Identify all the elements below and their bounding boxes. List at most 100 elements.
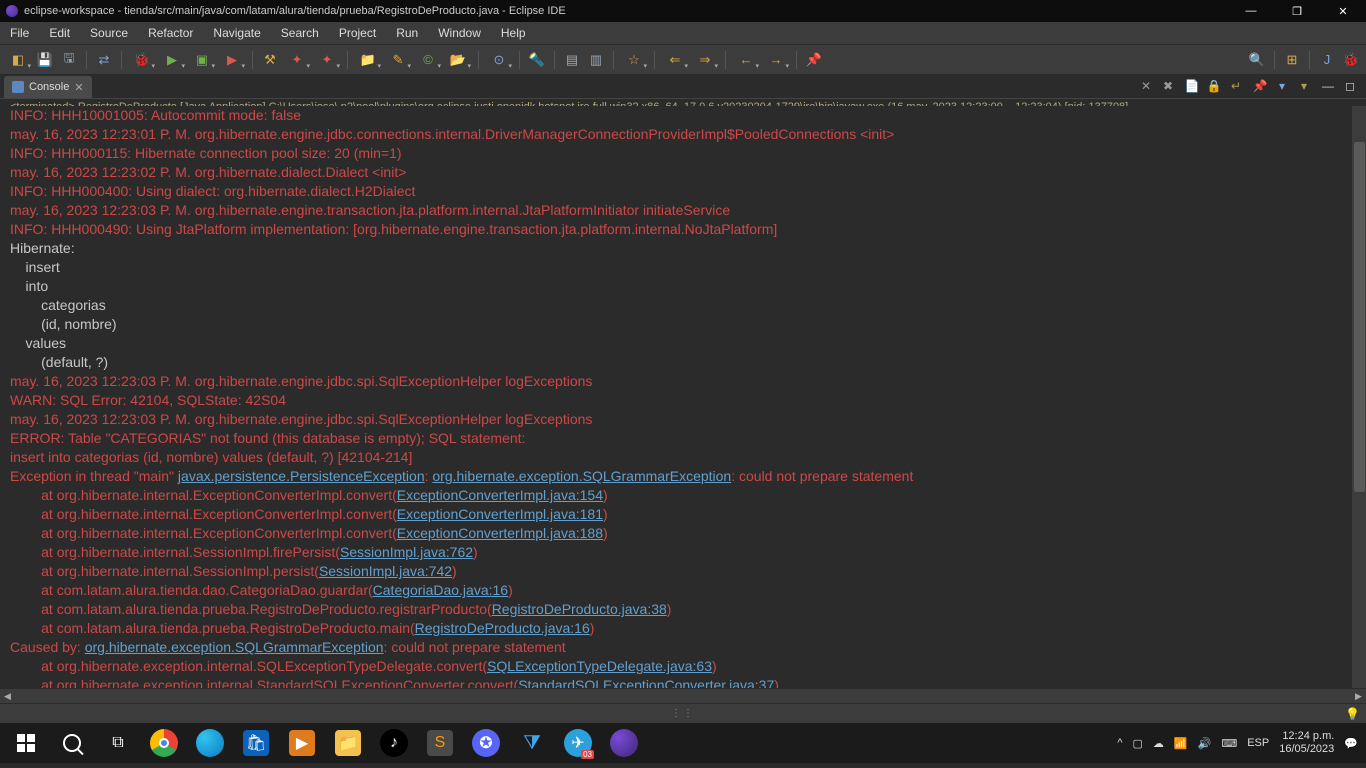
stacktrace-link[interactable]: ExceptionConverterImpl.java:154 (397, 487, 603, 503)
menu-source[interactable]: Source (80, 22, 138, 44)
tray-chevron-icon[interactable]: ^ (1117, 737, 1122, 749)
debug-perspective-button[interactable]: 🐞 (1340, 49, 1362, 71)
window-title: eclipse-workspace - tienda/src/main/java… (24, 5, 566, 17)
taskbar-telegram[interactable]: ✈03 (558, 723, 598, 763)
menu-window[interactable]: Window (428, 22, 491, 44)
menu-navigate[interactable]: Navigate (203, 22, 270, 44)
back-button[interactable]: ⇐ (661, 49, 689, 71)
coverage-button[interactable]: ▣ (188, 49, 216, 71)
system-tray[interactable]: ^ ▢ ☁ 📶 🔊 ⌨ ESP 12:24 p.m. 16/05/2023 💬 (1117, 730, 1360, 756)
wifi-icon[interactable]: 📶 (1174, 737, 1188, 750)
menu-run[interactable]: Run (386, 22, 428, 44)
clock[interactable]: 12:24 p.m. 16/05/2023 (1279, 730, 1334, 756)
minimize-view-button[interactable]: — (1318, 76, 1338, 96)
java-perspective-button[interactable]: J (1316, 49, 1338, 71)
scroll-lock-button[interactable]: 🔒 (1204, 76, 1224, 96)
taskbar-explorer[interactable]: 📁 (328, 723, 368, 763)
taskbar-eclipse[interactable] (604, 723, 644, 763)
stacktrace-link[interactable]: CategoriaDao.java:16 (373, 582, 508, 598)
switch-button[interactable]: ⇄ (93, 49, 115, 71)
tip-icon[interactable]: 💡 (1345, 707, 1360, 721)
menu-edit[interactable]: Edit (39, 22, 80, 44)
save-all-button[interactable]: 🖫 (58, 49, 80, 71)
stacktrace-link[interactable]: RegistroDeProducto.java:16 (415, 620, 590, 636)
scrollbar-thumb[interactable] (1354, 142, 1365, 492)
forward-button[interactable]: ⇒ (691, 49, 719, 71)
taskbar-search-button[interactable] (52, 723, 92, 763)
open-type-button[interactable]: ⊙ (485, 49, 513, 71)
stacktrace-link[interactable]: javax.persistence.PersistenceException (178, 468, 425, 484)
maximize-view-button[interactable]: ◻ (1340, 76, 1360, 96)
stacktrace-link[interactable]: SessionImpl.java:742 (319, 563, 452, 579)
scroll-left-icon[interactable]: ◀ (0, 689, 15, 704)
align-button[interactable]: ▤ (561, 49, 583, 71)
taskbar-vscode[interactable]: ⧩ (512, 723, 552, 763)
new-package-button[interactable]: 📁 (354, 49, 382, 71)
tool-button[interactable]: ✦ (283, 49, 311, 71)
console-output[interactable]: INFO: HHH10001005: Autocommit mode: fals… (0, 106, 1366, 688)
start-button[interactable] (6, 723, 46, 763)
taskbar-store[interactable]: 🛍 (236, 723, 276, 763)
new-class-button[interactable]: © (414, 49, 442, 71)
debug-button[interactable]: 🐞 (128, 49, 156, 71)
window-close-button[interactable]: ✕ (1320, 0, 1366, 22)
menu-help[interactable]: Help (491, 22, 536, 44)
vertical-scrollbar[interactable] (1351, 106, 1366, 688)
menu-file[interactable]: File (0, 22, 39, 44)
battery-icon[interactable]: ▢ (1133, 737, 1143, 750)
word-wrap-button[interactable]: ↵ (1226, 76, 1246, 96)
volume-icon[interactable]: 🔊 (1198, 737, 1212, 750)
scroll-right-icon[interactable]: ▶ (1351, 689, 1366, 704)
run-button[interactable]: ▶ (158, 49, 186, 71)
tool-button[interactable]: ✦ (313, 49, 341, 71)
language-indicator[interactable]: ESP (1247, 737, 1269, 749)
display-selected-console-button[interactable]: ▾ (1272, 76, 1292, 96)
search-button[interactable]: 🔦 (526, 49, 548, 71)
taskbar-edge[interactable] (190, 723, 230, 763)
stacktrace-link[interactable]: ExceptionConverterImpl.java:188 (397, 525, 603, 541)
remove-launch-button[interactable]: ✕ (1136, 76, 1156, 96)
taskbar-chrome[interactable] (144, 723, 184, 763)
horizontal-scrollbar[interactable]: ◀ ▶ (0, 688, 1366, 703)
taskbar-tiktok[interactable]: ♪ (374, 723, 414, 763)
close-tab-icon[interactable]: ✕ (74, 81, 83, 94)
external-tools-button[interactable]: ▶ (218, 49, 246, 71)
align-button[interactable]: ▥ (585, 49, 607, 71)
window-maximize-button[interactable]: ❐ (1274, 0, 1320, 22)
new-folder-button[interactable]: 📂 (444, 49, 472, 71)
task-view-button[interactable]: ⧉ (98, 723, 138, 763)
remove-all-launches-button[interactable]: ✖ (1158, 76, 1178, 96)
taskbar-movies[interactable]: ▶ (282, 723, 322, 763)
onedrive-icon[interactable]: ☁ (1153, 737, 1164, 750)
save-button[interactable]: 💾 (34, 49, 56, 71)
taskbar-discord[interactable]: ✪ (466, 723, 506, 763)
new-button[interactable]: ✎ (384, 49, 412, 71)
stacktrace-link[interactable]: SQLExceptionTypeDelegate.java:63 (487, 658, 712, 674)
notifications-icon[interactable]: 💬 (1344, 737, 1358, 750)
menu-project[interactable]: Project (329, 22, 386, 44)
tool-button[interactable]: ⚒ (259, 49, 281, 71)
menu-search[interactable]: Search (271, 22, 329, 44)
menu-refactor[interactable]: Refactor (138, 22, 203, 44)
console-line: may. 16, 2023 12:23:03 P. M. org.hiberna… (10, 202, 730, 218)
search-icon[interactable]: 🔍 (1246, 49, 1268, 71)
open-perspective-button[interactable]: ⊞ (1281, 49, 1303, 71)
nav-forward-button[interactable]: → (762, 49, 790, 71)
stacktrace-link[interactable]: StandardSQLExceptionConverter.java:37 (518, 677, 774, 688)
stacktrace-link[interactable]: SessionImpl.java:762 (340, 544, 473, 560)
stacktrace-link[interactable]: org.hibernate.exception.SQLGrammarExcept… (432, 468, 731, 484)
pin-button[interactable]: 📌 (803, 49, 825, 71)
console-tab[interactable]: Console ✕ (4, 76, 92, 98)
annotation-button[interactable]: ☆ (620, 49, 648, 71)
keyboard-icon[interactable]: ⌨ (1221, 737, 1237, 750)
nav-back-button[interactable]: ← (732, 49, 760, 71)
window-minimize-button[interactable]: — (1228, 0, 1274, 22)
stacktrace-link[interactable]: RegistroDeProducto.java:38 (492, 601, 667, 617)
stacktrace-link[interactable]: ExceptionConverterImpl.java:181 (397, 506, 603, 522)
clear-console-button[interactable]: 📄 (1182, 76, 1202, 96)
new-button[interactable]: ◧ (4, 49, 32, 71)
taskbar-sublime[interactable]: S (420, 723, 460, 763)
stacktrace-link[interactable]: org.hibernate.exception.SQLGrammarExcept… (85, 639, 384, 655)
open-console-button[interactable]: ▾ (1294, 76, 1314, 96)
pin-console-button[interactable]: 📌 (1250, 76, 1270, 96)
